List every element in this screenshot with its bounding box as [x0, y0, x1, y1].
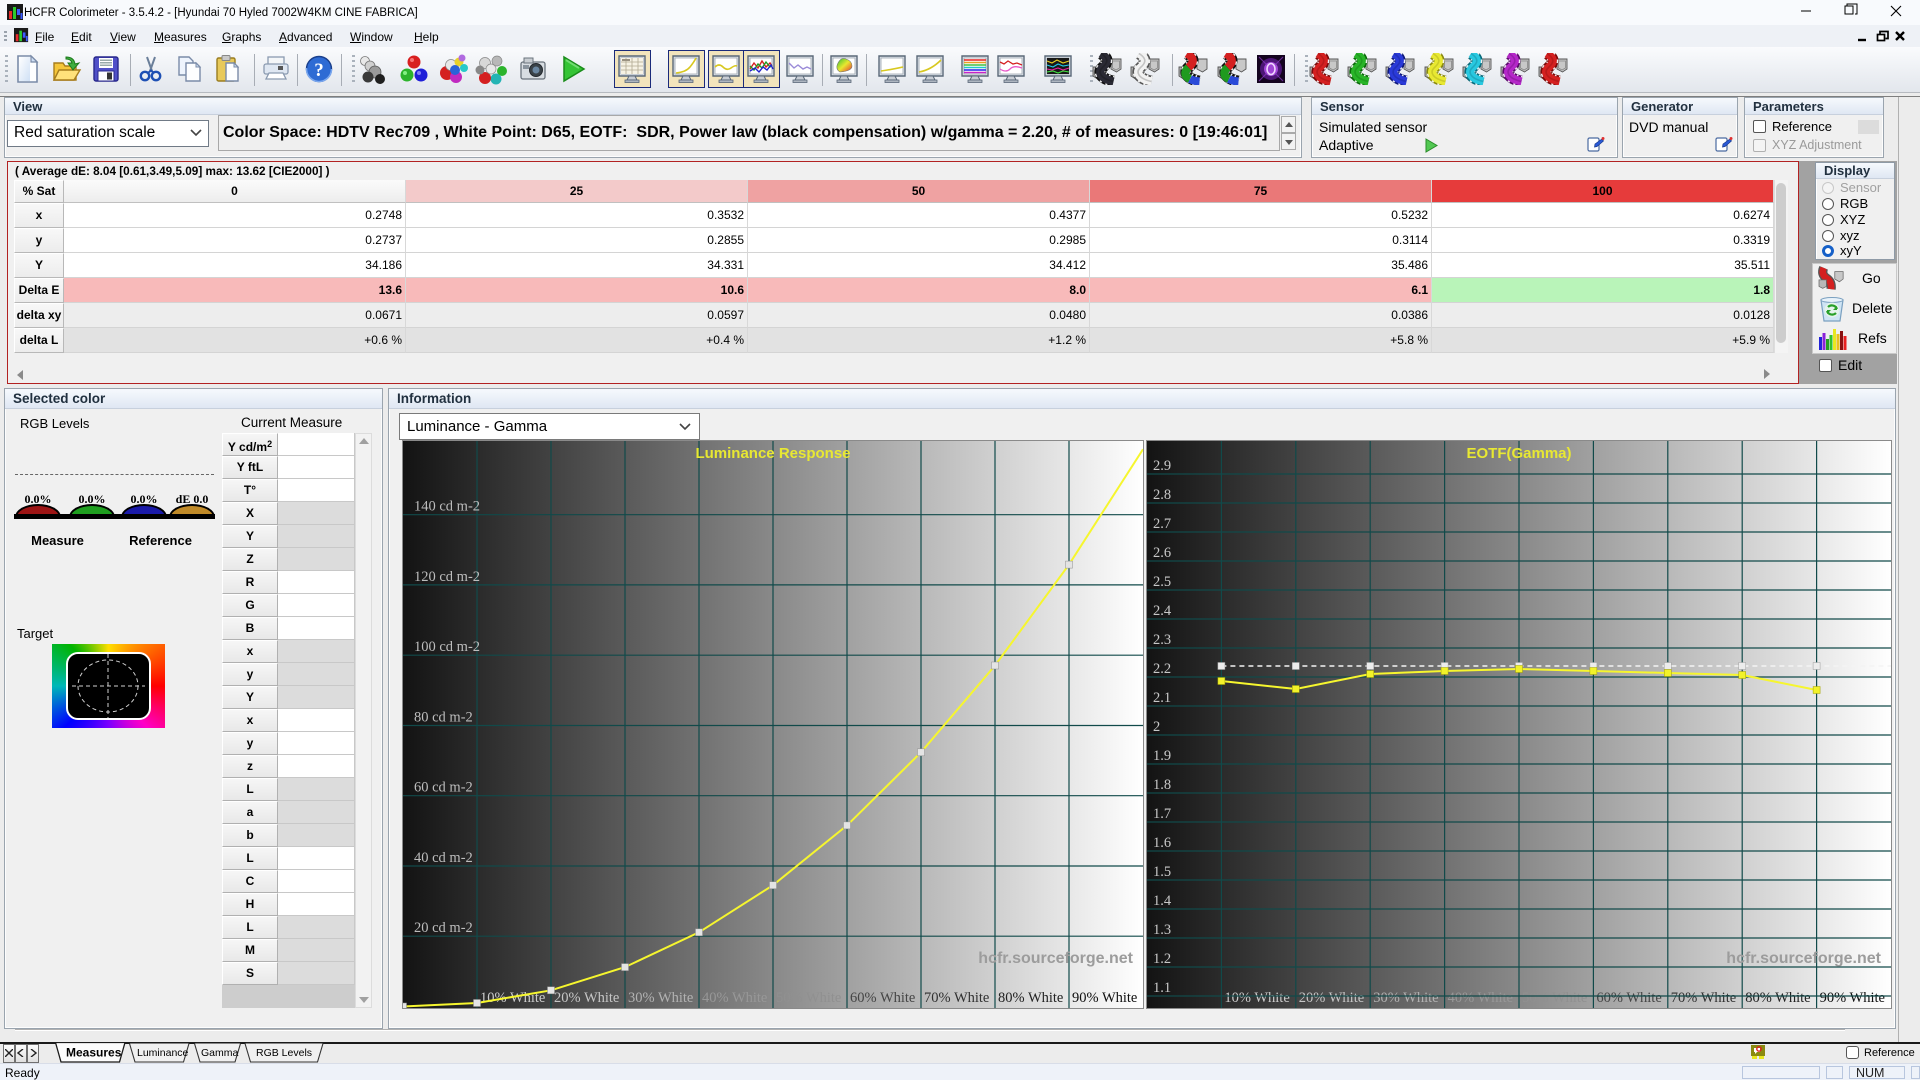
- svg-text:Measures: Measures: [66, 1046, 122, 1060]
- svg-text:90% White: 90% White: [1072, 990, 1137, 1006]
- svg-text:40% White: 40% White: [702, 990, 767, 1006]
- svg-text:2.2: 2.2: [1153, 661, 1171, 677]
- svg-text:60% White: 60% White: [1596, 990, 1661, 1006]
- svg-text:30% White: 30% White: [1373, 990, 1438, 1006]
- svg-text:80% White: 80% White: [998, 990, 1063, 1006]
- svg-text:2.4: 2.4: [1153, 603, 1172, 619]
- svg-text:Luminance Response: Luminance Response: [695, 445, 850, 462]
- svg-text:2.8: 2.8: [1153, 487, 1171, 503]
- svg-text:2.9: 2.9: [1153, 458, 1171, 474]
- svg-text:1.8: 1.8: [1153, 777, 1171, 793]
- svg-text:70% White: 70% White: [1671, 990, 1736, 1006]
- svg-text:40 cd m-2: 40 cd m-2: [414, 850, 473, 866]
- svg-text:20 cd m-2: 20 cd m-2: [414, 920, 473, 936]
- svg-text:Gamma: Gamma: [201, 1047, 239, 1059]
- svg-text:100 cd m-2: 100 cd m-2: [414, 639, 480, 655]
- svg-text:70% White: 70% White: [924, 990, 989, 1006]
- svg-text:1.7: 1.7: [1153, 806, 1171, 822]
- svg-text:1.4: 1.4: [1153, 893, 1172, 909]
- svg-text:90% White: 90% White: [1820, 990, 1885, 1006]
- svg-text:1.6: 1.6: [1153, 835, 1171, 851]
- svg-text:Luminance: Luminance: [137, 1047, 189, 1059]
- svg-text:10% White: 10% White: [1224, 990, 1289, 1006]
- svg-text:60% White: 60% White: [850, 990, 915, 1006]
- svg-text:2.3: 2.3: [1153, 632, 1171, 648]
- svg-text:50% White: 50% White: [776, 990, 841, 1006]
- svg-text:hcfr.sourceforge.net: hcfr.sourceforge.net: [1726, 950, 1881, 967]
- svg-text:2.5: 2.5: [1153, 574, 1171, 590]
- svg-text:20% White: 20% White: [554, 990, 619, 1006]
- svg-text:80 cd m-2: 80 cd m-2: [414, 710, 473, 726]
- svg-text:1.1: 1.1: [1153, 980, 1171, 996]
- svg-text:140 cd m-2: 140 cd m-2: [414, 499, 480, 515]
- svg-text:40% White: 40% White: [1448, 990, 1513, 1006]
- svg-text:?: ?: [314, 60, 324, 81]
- svg-text:2: 2: [1153, 719, 1160, 735]
- svg-text:EOTF(Gamma): EOTF(Gamma): [1466, 445, 1571, 462]
- svg-text:2.6: 2.6: [1153, 545, 1171, 561]
- svg-text:60 cd m-2: 60 cd m-2: [414, 780, 473, 796]
- svg-text:30% White: 30% White: [628, 990, 693, 1006]
- svg-text:2.1: 2.1: [1153, 690, 1171, 706]
- svg-text:1.5: 1.5: [1153, 864, 1171, 880]
- svg-text:RGB Levels: RGB Levels: [256, 1047, 312, 1059]
- svg-text:50% White: 50% White: [1522, 990, 1587, 1006]
- svg-text:1.9: 1.9: [1153, 748, 1171, 764]
- svg-text:1.3: 1.3: [1153, 922, 1171, 938]
- svg-text:1.2: 1.2: [1153, 951, 1171, 967]
- svg-text:2.7: 2.7: [1153, 516, 1171, 532]
- svg-text:80% White: 80% White: [1745, 990, 1810, 1006]
- svg-text:hcfr.sourceforge.net: hcfr.sourceforge.net: [978, 950, 1133, 967]
- svg-text:20% White: 20% White: [1299, 990, 1364, 1006]
- svg-text:120 cd m-2: 120 cd m-2: [414, 569, 480, 585]
